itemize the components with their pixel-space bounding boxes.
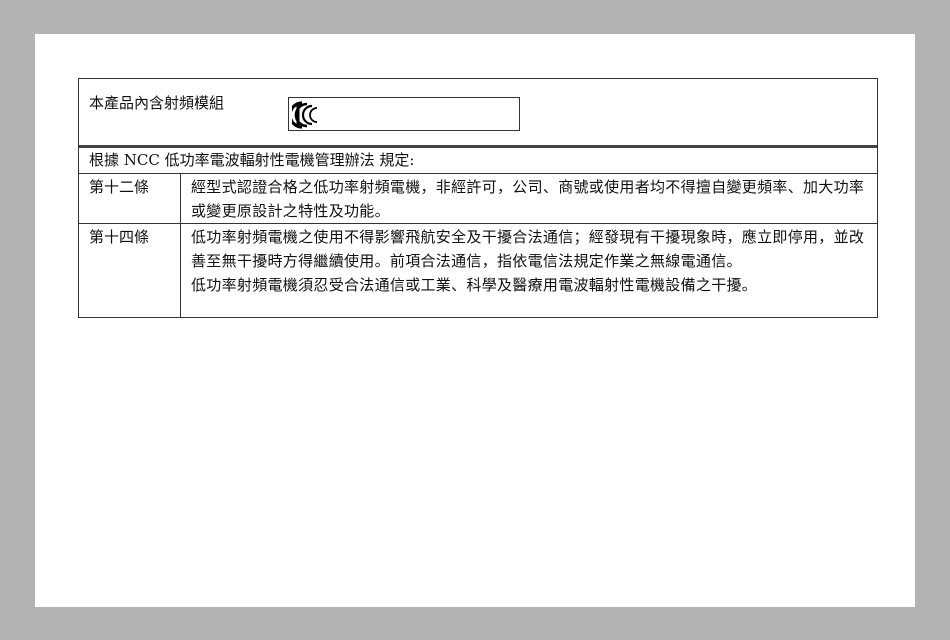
article-title: 第十四條 bbox=[79, 224, 181, 317]
article-content: 經型式認證合格之低功率射頻電機，非經許可，公司、商號或使用者均不得擅自變更頻率、… bbox=[181, 174, 877, 223]
module-label: 本產品內含射頻模組 bbox=[89, 94, 225, 112]
ncc-mark-box bbox=[288, 97, 520, 131]
document-page: 本產品內含射頻模組 根據 NCC 低功率電波輻射性電機管理辦法 規定: 第十二條… bbox=[35, 34, 915, 607]
article-paragraph: 低功率射頻電機須忍受合法通信或工業、科學及醫療用電波輻射性電機設備之干擾。 bbox=[191, 276, 758, 294]
article-row: 第十四條 低功率射頻電機之使用不得影響飛航安全及干擾合法通信；經發現有干擾現象時… bbox=[79, 224, 877, 317]
article-paragraph: 低功率射頻電機之使用不得影響飛航安全及干擾合法通信；經發現有干擾現象時，應立即停… bbox=[191, 228, 865, 270]
ncc-mark-icon bbox=[292, 101, 318, 129]
ncc-notice-table: 本產品內含射頻模組 根據 NCC 低功率電波輻射性電機管理辦法 規定: 第十二條… bbox=[78, 78, 878, 318]
article-row: 第十二條 經型式認證合格之低功率射頻電機，非經許可，公司、商號或使用者均不得擅自… bbox=[79, 174, 877, 224]
regulation-statement: 根據 NCC 低功率電波輻射性電機管理辦法 規定: bbox=[79, 148, 877, 174]
module-row: 本產品內含射頻模組 bbox=[79, 79, 877, 148]
article-paragraph: 經型式認證合格之低功率射頻電機，非經許可，公司、商號或使用者均不得擅自變更頻率、… bbox=[191, 178, 865, 220]
article-title: 第十二條 bbox=[79, 174, 181, 223]
article-content: 低功率射頻電機之使用不得影響飛航安全及干擾合法通信；經發現有干擾現象時，應立即停… bbox=[181, 224, 877, 317]
